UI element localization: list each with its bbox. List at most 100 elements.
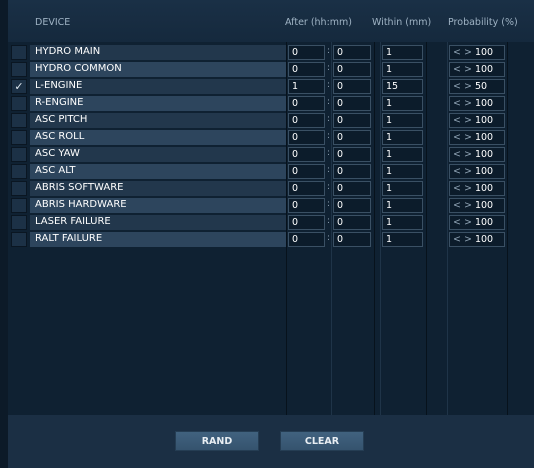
probability-input[interactable]: < >100 bbox=[449, 198, 505, 213]
probability-input[interactable]: < >100 bbox=[449, 45, 505, 60]
probability-input[interactable]: < >50 bbox=[449, 79, 505, 94]
after-minutes-input[interactable]: 0 bbox=[333, 113, 371, 128]
device-checkbox[interactable] bbox=[11, 164, 27, 179]
after-hours-input[interactable]: 0 bbox=[288, 113, 325, 128]
device-checkbox[interactable] bbox=[11, 181, 27, 196]
table-row[interactable]: ABRIS HARDWARE 0 : 0 1 < >100 bbox=[8, 197, 534, 213]
stepper-arrows-icon[interactable]: < > bbox=[453, 115, 472, 126]
table-row[interactable]: R-ENGINE 0 : 0 1 < >100 bbox=[8, 95, 534, 111]
time-separator: : bbox=[327, 63, 331, 73]
within-input[interactable]: 15 bbox=[382, 79, 423, 94]
after-hours-input[interactable]: 0 bbox=[288, 45, 325, 60]
after-minutes-input[interactable]: 0 bbox=[333, 96, 371, 111]
within-input[interactable]: 1 bbox=[382, 181, 423, 196]
table-row[interactable]: RALT FAILURE 0 : 0 1 < >100 bbox=[8, 231, 534, 247]
probability-input[interactable]: < >100 bbox=[449, 181, 505, 196]
probability-input[interactable]: < >100 bbox=[449, 113, 505, 128]
probability-value: 100 bbox=[474, 234, 494, 245]
probability-value: 100 bbox=[474, 115, 494, 126]
stepper-arrows-icon[interactable]: < > bbox=[453, 183, 472, 194]
device-checkbox[interactable] bbox=[11, 45, 27, 60]
after-minutes-input[interactable]: 0 bbox=[333, 181, 371, 196]
header-probability: Probability (%) bbox=[448, 17, 518, 28]
table-row[interactable]: LASER FAILURE 0 : 0 1 < >100 bbox=[8, 214, 534, 230]
device-checkbox[interactable] bbox=[11, 198, 27, 213]
stepper-arrows-icon[interactable]: < > bbox=[453, 166, 472, 177]
within-input[interactable]: 1 bbox=[382, 113, 423, 128]
after-hours-input[interactable]: 0 bbox=[288, 164, 325, 179]
within-input[interactable]: 1 bbox=[382, 130, 423, 145]
probability-value: 100 bbox=[474, 98, 494, 109]
after-minutes-input[interactable]: 0 bbox=[333, 62, 371, 77]
after-minutes-input[interactable]: 0 bbox=[333, 215, 371, 230]
table-header: DEVICE After (hh:mm) Within (mm) Probabi… bbox=[8, 0, 534, 42]
probability-input[interactable]: < >100 bbox=[449, 232, 505, 247]
check-icon: ✓ bbox=[14, 80, 24, 93]
table-row[interactable]: ASC PITCH 0 : 0 1 < >100 bbox=[8, 112, 534, 128]
probability-input[interactable]: < >100 bbox=[449, 96, 505, 111]
within-input[interactable]: 1 bbox=[382, 232, 423, 247]
within-input[interactable]: 1 bbox=[382, 62, 423, 77]
probability-input[interactable]: < >100 bbox=[449, 215, 505, 230]
after-minutes-input[interactable]: 0 bbox=[333, 130, 371, 145]
stepper-arrows-icon[interactable]: < > bbox=[453, 149, 472, 160]
table-row[interactable]: ASC ALT 0 : 0 1 < >100 bbox=[8, 163, 534, 179]
table-row[interactable]: ASC YAW 0 : 0 1 < >100 bbox=[8, 146, 534, 162]
header-within: Within (mm) bbox=[372, 17, 432, 28]
stepper-arrows-icon[interactable]: < > bbox=[453, 132, 472, 143]
table-row[interactable]: ABRIS SOFTWARE 0 : 0 1 < >100 bbox=[8, 180, 534, 196]
after-minutes-input[interactable]: 0 bbox=[333, 147, 371, 162]
stepper-arrows-icon[interactable]: < > bbox=[453, 47, 472, 58]
time-separator: : bbox=[327, 114, 331, 124]
within-input[interactable]: 1 bbox=[382, 215, 423, 230]
after-hours-input[interactable]: 0 bbox=[288, 130, 325, 145]
rand-button[interactable]: RAND bbox=[175, 431, 259, 451]
stepper-arrows-icon[interactable]: < > bbox=[453, 64, 472, 75]
device-checkbox[interactable] bbox=[11, 62, 27, 77]
after-hours-input[interactable]: 0 bbox=[288, 62, 325, 77]
device-checkbox[interactable] bbox=[11, 113, 27, 128]
after-hours-input[interactable]: 0 bbox=[288, 181, 325, 196]
device-checkbox[interactable] bbox=[11, 215, 27, 230]
device-name: L-ENGINE bbox=[35, 80, 83, 91]
clear-button[interactable]: CLEAR bbox=[280, 431, 364, 451]
device-checkbox[interactable] bbox=[11, 96, 27, 111]
device-checkbox[interactable] bbox=[11, 232, 27, 247]
table-row[interactable]: ✓ L-ENGINE 1 : 0 15 < >50 bbox=[8, 78, 534, 94]
after-minutes-input[interactable]: 0 bbox=[333, 198, 371, 213]
time-separator: : bbox=[327, 46, 331, 56]
after-hours-input[interactable]: 0 bbox=[288, 215, 325, 230]
probability-input[interactable]: < >100 bbox=[449, 130, 505, 145]
probability-input[interactable]: < >100 bbox=[449, 147, 505, 162]
within-input[interactable]: 1 bbox=[382, 198, 423, 213]
after-minutes-input[interactable]: 0 bbox=[333, 164, 371, 179]
after-minutes-input[interactable]: 0 bbox=[333, 232, 371, 247]
device-checkbox[interactable] bbox=[11, 130, 27, 145]
stepper-arrows-icon[interactable]: < > bbox=[453, 234, 472, 245]
stepper-arrows-icon[interactable]: < > bbox=[453, 81, 472, 92]
within-input[interactable]: 1 bbox=[382, 45, 423, 60]
device-checkbox[interactable]: ✓ bbox=[11, 79, 27, 94]
device-checkbox[interactable] bbox=[11, 147, 27, 162]
within-input[interactable]: 1 bbox=[382, 96, 423, 111]
after-minutes-input[interactable]: 0 bbox=[333, 79, 371, 94]
after-hours-input[interactable]: 0 bbox=[288, 198, 325, 213]
probability-input[interactable]: < >100 bbox=[449, 62, 505, 77]
stepper-arrows-icon[interactable]: < > bbox=[453, 200, 472, 211]
table-row[interactable]: ASC ROLL 0 : 0 1 < >100 bbox=[8, 129, 534, 145]
device-name: ASC YAW bbox=[35, 148, 80, 159]
within-input[interactable]: 1 bbox=[382, 147, 423, 162]
within-input[interactable]: 1 bbox=[382, 164, 423, 179]
stepper-arrows-icon[interactable]: < > bbox=[453, 98, 472, 109]
stepper-arrows-icon[interactable]: < > bbox=[453, 217, 472, 228]
header-after: After (hh:mm) bbox=[285, 17, 352, 28]
probability-input[interactable]: < >100 bbox=[449, 164, 505, 179]
device-name: ABRIS SOFTWARE bbox=[35, 182, 124, 193]
after-hours-input[interactable]: 0 bbox=[288, 232, 325, 247]
after-hours-input[interactable]: 0 bbox=[288, 96, 325, 111]
after-hours-input[interactable]: 0 bbox=[288, 147, 325, 162]
after-hours-input[interactable]: 1 bbox=[288, 79, 325, 94]
table-row[interactable]: HYDRO COMMON 0 : 0 1 < >100 bbox=[8, 61, 534, 77]
after-minutes-input[interactable]: 0 bbox=[333, 45, 371, 60]
table-row[interactable]: HYDRO MAIN 0 : 0 1 < >100 bbox=[8, 44, 534, 60]
